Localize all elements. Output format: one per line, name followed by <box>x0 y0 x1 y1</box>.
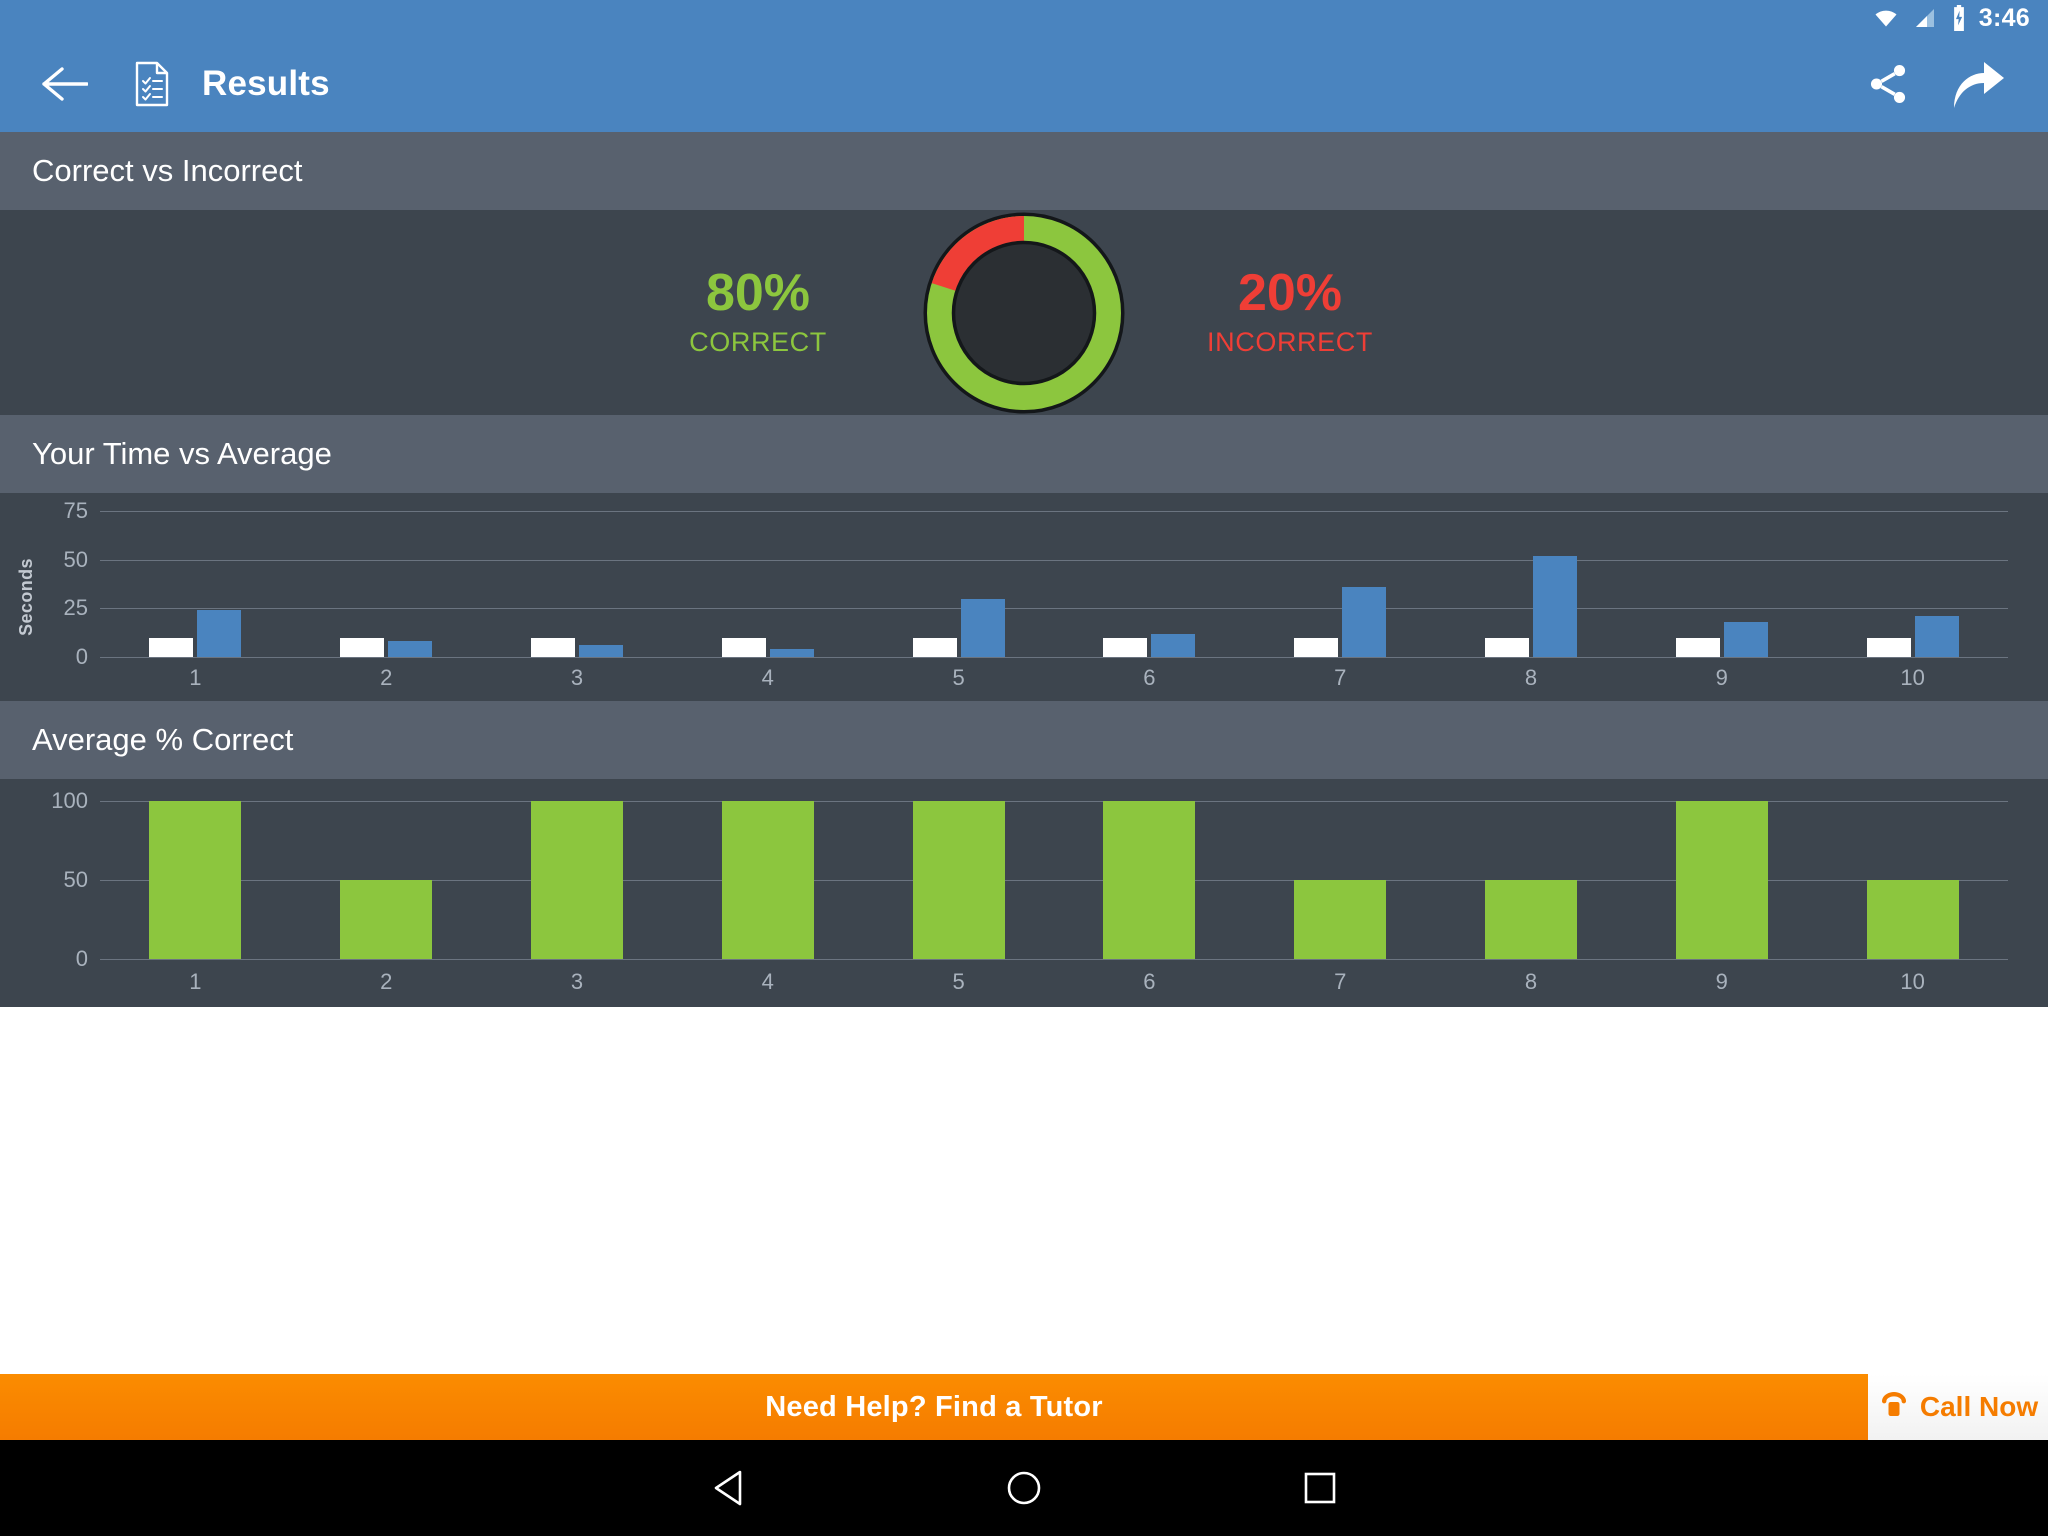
correct-vs-incorrect-panel: 80% CORRECT 20% INCORRECT <box>0 210 2048 415</box>
y-axis-tick: 0 <box>75 946 88 971</box>
correct-incorrect-donut-chart <box>921 210 1127 416</box>
gridline <box>100 657 2008 658</box>
bar-average <box>340 637 385 657</box>
bar-your-time <box>1533 555 1577 657</box>
back-button[interactable] <box>34 53 96 115</box>
bar-your-time <box>1914 616 1959 657</box>
bar-average <box>1294 637 1339 657</box>
gridline <box>100 511 2008 512</box>
bar-your-time <box>960 598 1005 657</box>
bar-percent-correct <box>149 801 242 959</box>
page-title: Results <box>202 64 330 103</box>
y-axis-tick: 0 <box>75 644 88 669</box>
x-axis-tick: 8 <box>1524 665 1538 690</box>
x-axis-tick: 3 <box>570 969 584 994</box>
bar-your-time <box>579 645 623 657</box>
call-now-button[interactable]: Call Now <box>1868 1374 2048 1440</box>
incorrect-stat: 20% INCORRECT <box>1155 267 1425 358</box>
battery-charging-icon <box>1949 5 1969 31</box>
x-axis-tick: 3 <box>570 665 584 690</box>
x-axis-tick: 2 <box>380 665 393 690</box>
checklist-document-icon <box>124 53 180 115</box>
bar-average <box>1675 637 1720 657</box>
ad-banner: Need Help? Find a Tutor Call Now <box>0 1374 2048 1440</box>
x-axis-tick: 6 <box>1143 665 1156 690</box>
gridline <box>100 608 2008 610</box>
gridline <box>100 959 2008 960</box>
bar-average <box>1866 637 1911 657</box>
app-bar: Results <box>0 36 2048 132</box>
bar-your-time <box>388 641 433 657</box>
bar-percent-correct <box>1485 880 1577 959</box>
bar-average <box>1485 637 1529 657</box>
correct-label: CORRECT <box>689 327 827 357</box>
correct-stat: 80% CORRECT <box>623 267 893 358</box>
y-axis-tick: 50 <box>63 867 88 892</box>
bar-percent-correct <box>1866 880 1959 959</box>
bar-percent-correct <box>531 801 623 959</box>
bar-percent-correct <box>912 801 1005 959</box>
incorrect-label: INCORRECT <box>1207 327 1373 357</box>
circle-home-icon[interactable] <box>994 1458 1054 1518</box>
x-axis-tick: 5 <box>952 665 965 690</box>
telephone-icon <box>1878 1389 1910 1426</box>
call-now-label: Call Now <box>1919 1391 2039 1422</box>
bar-average <box>149 637 194 657</box>
x-axis-tick: 4 <box>761 969 774 994</box>
y-axis-tick: 25 <box>63 595 88 621</box>
bar-average <box>912 637 957 657</box>
y-axis-tick: 75 <box>63 498 88 523</box>
bar-your-time <box>197 610 242 657</box>
average-percent-correct-chart: 0 50 100 1 2 3 4 5 6 7 8 9 10 <box>0 779 2048 1007</box>
section-header-average-percent-correct: Average % Correct <box>0 701 2048 779</box>
x-axis-tick: 7 <box>1334 969 1347 994</box>
bar-percent-correct <box>340 880 433 959</box>
x-axis-tick: 10 <box>1900 665 1925 690</box>
y-axis-tick: 50 <box>63 546 88 572</box>
gridline <box>100 559 2008 561</box>
x-axis-tick: 4 <box>761 665 774 690</box>
x-axis-tick: 9 <box>1715 969 1728 994</box>
incorrect-percent: 20% <box>1237 264 1343 322</box>
section-header-time-vs-average: Your Time vs Average <box>0 415 2048 493</box>
bar-your-time <box>769 649 814 657</box>
x-axis-tick: 6 <box>1143 969 1156 994</box>
bar-average <box>721 637 766 657</box>
x-axis-tick: 5 <box>952 969 965 994</box>
android-nav-bar <box>0 1440 2048 1536</box>
x-axis-tick: 8 <box>1524 969 1538 994</box>
find-tutor-button[interactable]: Need Help? Find a Tutor <box>0 1374 1868 1440</box>
status-bar: 3:46 <box>0 0 2048 36</box>
x-axis-tick: 1 <box>189 969 202 994</box>
x-axis-tick: 2 <box>380 969 393 994</box>
bar-average <box>531 637 575 657</box>
bar-percent-correct <box>721 801 814 959</box>
x-axis-tick: 10 <box>1900 969 1925 994</box>
content-filler <box>0 1007 2048 1374</box>
status-bar-clock: 3:46 <box>1978 3 2030 32</box>
cellular-signal-icon <box>1911 6 1939 30</box>
x-axis-tick: 7 <box>1334 665 1347 690</box>
app-screen: 3:46 Results Correct vs Incorrect 80% CO… <box>0 0 2048 1536</box>
bar-percent-correct <box>1675 801 1768 959</box>
time-chart-plot-area: 0 25 50 75 1 2 3 4 5 6 7 8 9 10 <box>0 493 2048 701</box>
wifi-icon <box>1871 6 1901 30</box>
bar-your-time <box>1342 586 1387 657</box>
section-header-correct-vs-incorrect: Correct vs Incorrect <box>0 132 2048 210</box>
y-axis-tick: 100 <box>51 788 88 813</box>
bar-percent-correct <box>1103 801 1196 959</box>
x-axis-tick: 1 <box>189 665 202 690</box>
share-icon[interactable] <box>1852 48 1924 120</box>
square-recents-icon[interactable] <box>1290 1458 1350 1518</box>
triangle-back-icon[interactable] <box>698 1458 758 1518</box>
bar-percent-correct <box>1294 880 1387 959</box>
x-axis-tick: 9 <box>1715 665 1728 690</box>
bar-average <box>1103 637 1148 657</box>
share-arrow-icon[interactable] <box>1942 48 2014 120</box>
pct-chart-plot-area: 0 50 100 1 2 3 4 5 6 7 8 9 10 <box>0 779 2048 1007</box>
time-vs-average-chart: Seconds 0 25 50 75 1 2 3 4 5 6 7 8 9 10 <box>0 493 2048 701</box>
bar-your-time <box>1151 633 1196 657</box>
bar-your-time <box>1723 621 1768 657</box>
correct-percent: 80% <box>705 264 811 322</box>
